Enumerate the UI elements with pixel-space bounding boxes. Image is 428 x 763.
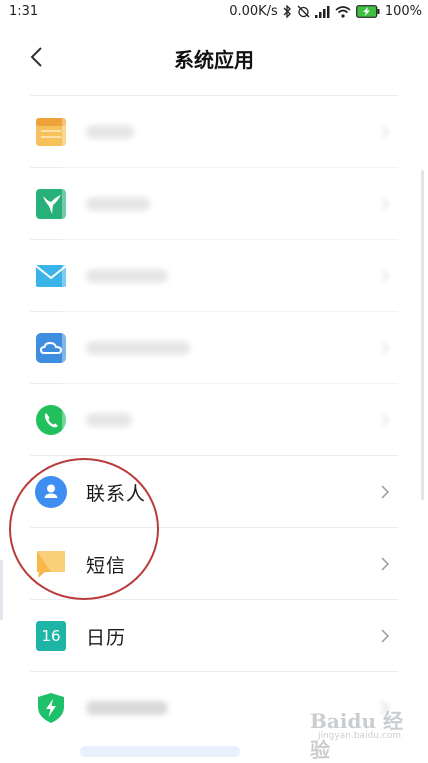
page-title: 系统应用	[174, 48, 254, 72]
list-item-label: 日历	[86, 627, 127, 649]
status-speed: 0.00K/s	[229, 4, 278, 19]
blurred-label	[86, 341, 190, 355]
bluetooth-icon	[283, 5, 291, 18]
calendar-day: 16	[41, 627, 61, 645]
list-item-contacts[interactable]: 联系人	[0, 456, 428, 528]
blurred-label	[86, 269, 168, 283]
list-item-phone[interactable]	[0, 384, 428, 456]
security-shield-icon	[38, 693, 64, 723]
blurred-label	[86, 197, 150, 211]
phone-icon	[36, 405, 66, 435]
messages-icon	[37, 551, 65, 578]
chevron-right-icon	[381, 557, 390, 571]
scrollbar[interactable]	[421, 170, 424, 500]
chevron-right-icon	[381, 269, 390, 283]
list-item-label: 联系人	[86, 483, 147, 505]
blurred-label	[86, 125, 134, 139]
battery-percent: 100%	[384, 4, 422, 19]
status-right: 0.00K/s 100%	[229, 4, 422, 19]
chevron-right-icon	[381, 125, 390, 139]
alarm-off-icon	[297, 5, 310, 18]
list-item-mail[interactable]	[0, 240, 428, 312]
signal-icon	[314, 5, 330, 18]
edge-mark	[0, 560, 3, 620]
status-time: 1:31	[9, 4, 39, 19]
mail-icon	[35, 265, 67, 287]
chevron-right-icon	[381, 485, 390, 499]
hummingbird-icon	[36, 189, 66, 219]
chevron-right-icon	[381, 629, 390, 643]
contacts-icon	[35, 476, 67, 508]
status-bar: 1:31 0.00K/s 100%	[0, 0, 428, 24]
calendar-icon: 16	[36, 621, 66, 651]
battery-charging-icon	[355, 5, 380, 18]
chevron-right-icon	[381, 197, 390, 211]
watermark: Baidu 经验 jingyan.baidu.com	[308, 705, 418, 762]
watermark-url: jingyan.baidu.com	[318, 731, 402, 741]
blurred-label	[86, 701, 168, 715]
notes-icon	[36, 118, 66, 146]
wifi-icon	[335, 5, 351, 18]
list-item-notes[interactable]	[0, 96, 428, 168]
blurred-label	[86, 413, 132, 427]
list-item-label: 短信	[86, 555, 127, 577]
chevron-right-icon	[381, 413, 390, 427]
bottom-highlight	[80, 746, 240, 757]
list-item-calendar[interactable]: 16 日历	[0, 600, 428, 672]
list-item-hummingbird[interactable]	[0, 168, 428, 240]
list-item-cloud[interactable]	[0, 312, 428, 384]
header: 系统应用	[0, 24, 428, 92]
chevron-right-icon	[381, 341, 390, 355]
list-item-messages[interactable]: 短信	[0, 528, 428, 600]
cloud-icon	[36, 333, 66, 363]
